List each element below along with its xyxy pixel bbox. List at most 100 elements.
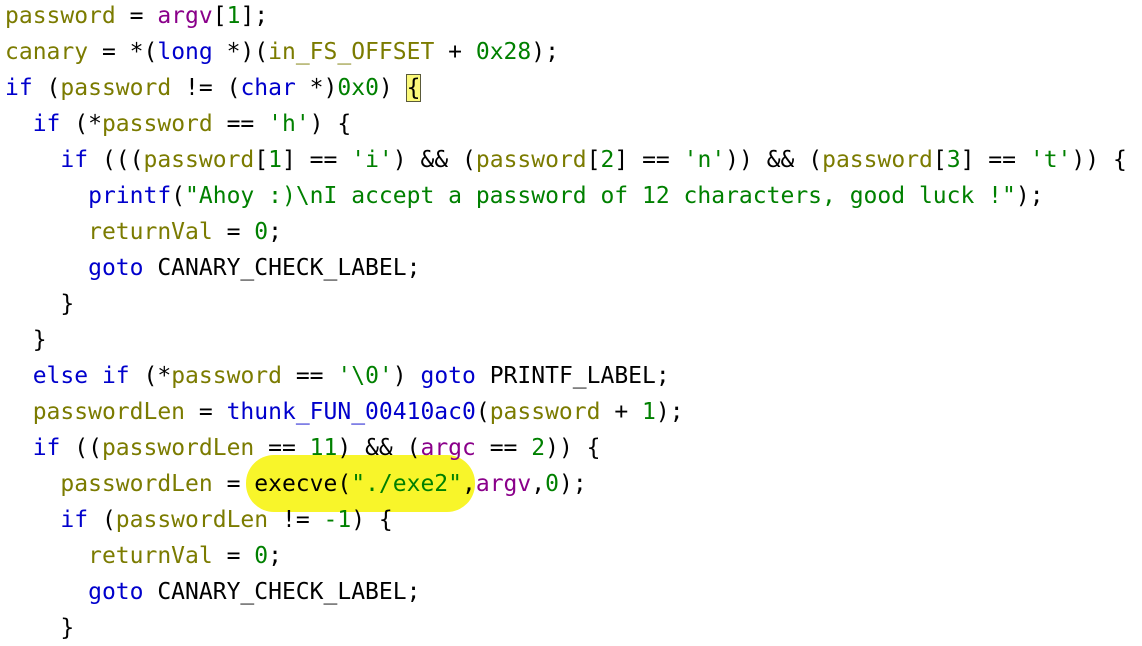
code-token[interactable]: ] == — [614, 147, 683, 173]
code-token[interactable]: [ — [933, 147, 947, 173]
keyword-token[interactable]: if — [60, 507, 88, 533]
code-token[interactable]: ( — [337, 471, 351, 497]
type-token[interactable]: char — [240, 75, 295, 101]
code-line-4[interactable]: if (*password == 'h') { — [5, 106, 352, 142]
parameter-token[interactable]: argv — [157, 3, 212, 29]
string-token[interactable]: 'n' — [684, 147, 726, 173]
code-token[interactable]: ) { — [351, 507, 393, 533]
code-token[interactable]: } — [5, 327, 47, 353]
decompiler-code-view[interactable]: password = argv[1]; canary = *(long *)(in… — [0, 0, 1142, 646]
identifier-token[interactable]: passwordLen — [33, 399, 185, 425]
number-token[interactable]: 0x0 — [337, 75, 379, 101]
code-token[interactable] — [5, 471, 60, 497]
code-token[interactable]: *)( — [213, 39, 269, 65]
code-token[interactable]: , — [462, 471, 476, 497]
keyword-token[interactable]: goto — [88, 579, 143, 605]
code-token[interactable] — [5, 507, 60, 533]
identifier-token[interactable]: password — [5, 3, 116, 29]
number-token[interactable]: 1 — [268, 147, 282, 173]
code-line-6[interactable]: printf("Ahoy :)\nI accept a password of … — [5, 178, 1044, 214]
code-line-3[interactable]: if (password != (char *)0x0) { — [5, 70, 422, 106]
number-token[interactable]: 0 — [254, 219, 268, 245]
code-token[interactable]: )) { — [545, 435, 600, 461]
code-token[interactable]: == — [476, 435, 531, 461]
code-token[interactable]: != — [268, 507, 323, 533]
parameter-token[interactable]: argv — [476, 471, 531, 497]
number-token[interactable]: 2 — [601, 147, 615, 173]
code-token[interactable]: = — [213, 471, 255, 497]
identifier-token[interactable]: password — [822, 147, 933, 173]
code-token[interactable]: = — [213, 219, 255, 245]
code-token[interactable]: )) && ( — [725, 147, 822, 173]
code-token[interactable]: ) — [393, 363, 421, 389]
code-line-15[interactable]: if (passwordLen != -1) { — [5, 502, 393, 538]
code-token[interactable]: execve — [254, 471, 337, 497]
code-token[interactable]: *) — [296, 75, 338, 101]
code-token[interactable]: (* — [130, 363, 172, 389]
code-token[interactable]: = — [185, 399, 227, 425]
identifier-token[interactable]: passwordLen — [102, 435, 254, 461]
code-token[interactable]: ( — [33, 75, 61, 101]
code-token[interactable]: CANARY_CHECK_LABEL; — [143, 579, 420, 605]
code-token[interactable]: (( — [60, 435, 102, 461]
code-line-12[interactable]: passwordLen = thunk_FUN_00410ac0(passwor… — [5, 394, 684, 430]
string-token[interactable]: '\0' — [337, 363, 392, 389]
identifier-token[interactable]: password — [171, 363, 282, 389]
code-token[interactable] — [5, 219, 88, 245]
identifier-token[interactable]: password — [143, 147, 254, 173]
code-token[interactable]: , — [531, 471, 545, 497]
number-token[interactable]: 11 — [310, 435, 338, 461]
string-token[interactable]: 't' — [1030, 147, 1072, 173]
identifier-token[interactable]: password — [102, 111, 213, 137]
number-token[interactable]: 0 — [254, 543, 268, 569]
code-token[interactable]: } — [5, 291, 74, 317]
code-token[interactable]: = *( — [88, 39, 157, 65]
code-line-10[interactable]: } — [5, 322, 47, 358]
identifier-token[interactable]: canary — [5, 39, 88, 65]
code-token[interactable]: [ — [587, 147, 601, 173]
code-token[interactable]: PRINTF_LABEL; — [476, 363, 670, 389]
code-line-17[interactable]: goto CANARY_CHECK_LABEL; — [5, 574, 420, 610]
identifier-token[interactable]: passwordLen — [60, 471, 212, 497]
identifier-token[interactable]: passwordLen — [116, 507, 268, 533]
code-token[interactable]: = — [116, 3, 158, 29]
code-token[interactable]: + — [434, 39, 476, 65]
code-line-14[interactable]: passwordLen = execve("./exe2",argv,0); — [5, 466, 587, 502]
code-token[interactable]: ); — [1016, 183, 1044, 209]
code-token[interactable]: ) — [379, 75, 407, 101]
keyword-token[interactable]: if — [33, 435, 61, 461]
code-token[interactable]: ]; — [240, 3, 268, 29]
number-token[interactable]: 1 — [642, 399, 656, 425]
code-line-2[interactable]: canary = *(long *)(in_FS_OFFSET + 0x28); — [5, 34, 559, 70]
code-line-8[interactable]: goto CANARY_CHECK_LABEL; — [5, 250, 420, 286]
code-token[interactable] — [5, 399, 33, 425]
number-token[interactable]: 0 — [545, 471, 559, 497]
identifier-token[interactable]: in_FS_OFFSET — [268, 39, 434, 65]
code-token[interactable]: ((( — [88, 147, 144, 173]
code-token[interactable]: == — [254, 435, 309, 461]
code-line-13[interactable]: if ((passwordLen == 11) && (argc == 2)) … — [5, 430, 601, 466]
code-token[interactable]: != ( — [171, 75, 240, 101]
code-line-18[interactable]: } — [5, 610, 74, 646]
code-token[interactable]: ( — [476, 399, 490, 425]
number-token[interactable]: 3 — [947, 147, 961, 173]
code-token[interactable]: ) { — [310, 111, 352, 137]
identifier-token[interactable]: password — [60, 75, 171, 101]
number-token[interactable]: 1 — [227, 3, 241, 29]
code-token[interactable] — [5, 543, 88, 569]
code-token[interactable]: (* — [60, 111, 102, 137]
code-token[interactable]: [ — [213, 3, 227, 29]
code-token[interactable] — [5, 255, 88, 281]
code-token[interactable]: == — [282, 363, 337, 389]
code-token[interactable]: ); — [559, 471, 587, 497]
code-token[interactable]: ); — [531, 39, 559, 65]
identifier-token[interactable]: returnVal — [88, 219, 213, 245]
code-token[interactable]: == — [213, 111, 268, 137]
code-token[interactable]: ] == — [961, 147, 1030, 173]
code-token[interactable]: + — [600, 399, 642, 425]
type-token[interactable]: long — [157, 39, 212, 65]
code-line-7[interactable]: returnVal = 0; — [5, 214, 282, 250]
parameter-token[interactable]: argc — [420, 435, 475, 461]
code-token[interactable]: [ — [254, 147, 268, 173]
code-token[interactable] — [5, 183, 88, 209]
